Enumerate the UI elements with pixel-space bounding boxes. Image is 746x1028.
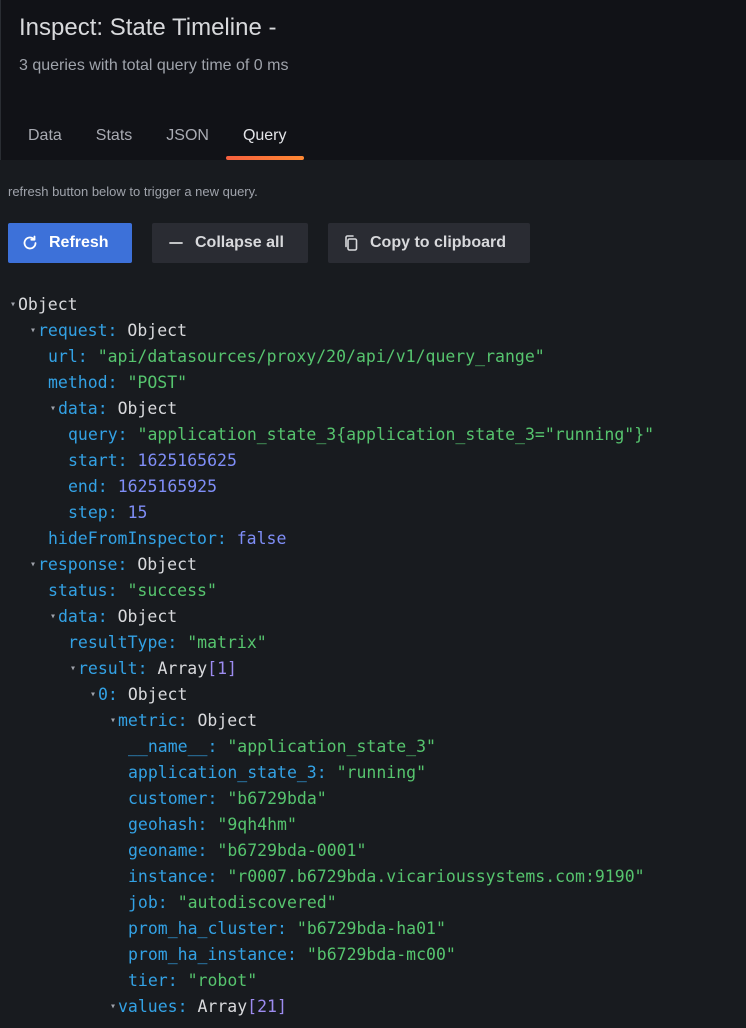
drawer-subtitle: 3 queries with total query time of 0 ms (19, 57, 289, 74)
tree-leaf-method: method: "POST" (48, 373, 188, 392)
caret-down-icon[interactable]: ▾ (28, 552, 38, 578)
caret-down-icon[interactable]: ▾ (28, 318, 38, 344)
tree-leaf-metric: geohash: "9qh4hm" (128, 815, 297, 834)
tree-leaf-query: query: "application_state_3{application_… (68, 425, 655, 444)
tab-stats[interactable]: Stats (79, 118, 149, 160)
refresh-icon (20, 233, 40, 253)
caret-down-icon[interactable]: ▾ (88, 682, 98, 708)
inspect-tabs: Data Stats JSON Query (11, 118, 304, 160)
tree-leaf-step: step: 15 (68, 503, 148, 522)
refresh-label: Refresh (49, 234, 109, 251)
drawer-title: Inspect: State Timeline - (19, 14, 277, 41)
tree-node-response[interactable]: ▾ response: Object (0, 552, 654, 578)
inspect-header: Inspect: State Timeline - 3 queries with… (0, 0, 746, 160)
tree-leaf-end: end: 1625165925 (68, 477, 218, 496)
tree-leaf-metric: __name__: "application_state_3" (128, 737, 436, 756)
tree-leaf-metric: prom_ha_instance: "b6729bda-mc00" (128, 945, 456, 964)
tree-node-request-data[interactable]: ▾ data: Object (0, 396, 654, 422)
json-tree: ▾ Object ▾ request: Object url: "api/datas… (0, 292, 654, 1020)
caret-down-icon[interactable]: ▾ (108, 708, 118, 734)
tree-node-root[interactable]: ▾ Object (0, 292, 654, 318)
tree-leaf-metric: geoname: "b6729bda-0001" (128, 841, 367, 860)
caret-down-icon[interactable]: ▾ (8, 292, 18, 318)
collapse-all-button[interactable]: Collapse all (152, 223, 308, 263)
tab-query[interactable]: Query (225, 118, 304, 160)
caret-down-icon[interactable]: ▾ (108, 994, 118, 1020)
tree-leaf-status: status: "success" (48, 581, 217, 600)
caret-down-icon[interactable]: ▾ (48, 396, 58, 422)
copy-to-clipboard-button[interactable]: Copy to clipboard (328, 223, 530, 263)
tree-node-result[interactable]: ▾ result: Array[1] (0, 656, 654, 682)
tab-data[interactable]: Data (11, 118, 79, 160)
tree-leaf-hide-from-inspector: hideFromInspector: false (48, 529, 287, 548)
copy-icon (341, 233, 361, 253)
tree-leaf-metric: application_state_3: "running" (128, 763, 427, 782)
collapse-all-label: Collapse all (195, 234, 284, 251)
tab-json[interactable]: JSON (149, 118, 226, 160)
query-notice: refresh button below to trigger a new qu… (8, 184, 258, 199)
caret-down-icon[interactable]: ▾ (68, 656, 78, 682)
tree-leaf-metric: tier: "robot" (128, 971, 258, 990)
caret-down-icon[interactable]: ▾ (48, 604, 58, 630)
tree-node-metric[interactable]: ▾ metric: Object (0, 708, 654, 734)
tree-leaf-result-type: resultType: "matrix" (68, 633, 267, 652)
copy-to-clipboard-label: Copy to clipboard (370, 234, 506, 251)
tree-leaf-metric: job: "autodiscovered" (128, 893, 337, 912)
tree-leaf-metric: instance: "r0007.b6729bda.vicarioussyste… (128, 867, 645, 886)
tree-node-request[interactable]: ▾ request: Object (0, 318, 654, 344)
tree-leaf-start: start: 1625165625 (68, 451, 237, 470)
tree-node-result-0[interactable]: ▾ 0: Object (0, 682, 654, 708)
tree-node-response-data[interactable]: ▾ data: Object (0, 604, 654, 630)
refresh-button[interactable]: Refresh (8, 223, 132, 263)
tree-leaf-metric: customer: "b6729bda" (128, 789, 327, 808)
tree-leaf-url: url: "api/datasources/proxy/20/api/v1/qu… (48, 347, 545, 366)
tree-node-values[interactable]: ▾ values: Array[21] (0, 994, 654, 1020)
minus-icon (166, 233, 186, 253)
tree-leaf-metric: prom_ha_cluster: "b6729bda-ha01" (128, 919, 446, 938)
